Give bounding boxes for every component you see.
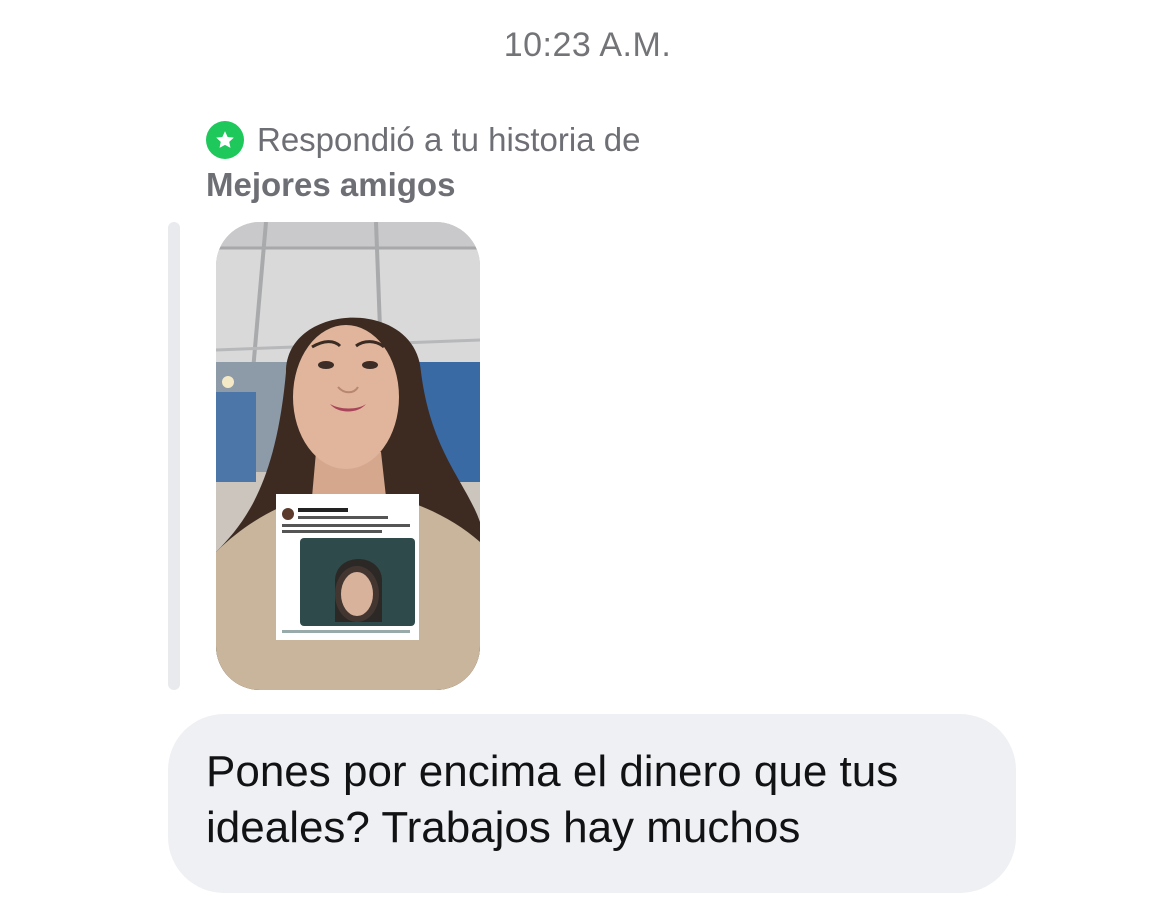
star-icon [206, 121, 244, 159]
message-text: Pones por encima el dinero que tus ideal… [206, 747, 899, 852]
story-audience-label: Mejores amigos [206, 166, 456, 203]
story-reply-prefix: Respondió a tu historia de [257, 121, 641, 158]
story-thumbnail[interactable] [216, 222, 480, 690]
chat-screen: 10:23 A.M. Respondió a tu historia de Me… [0, 0, 1175, 916]
reply-quote-bar [168, 222, 180, 690]
message-bubble[interactable]: Pones por encima el dinero que tus ideal… [168, 714, 1016, 893]
message-timestamp: 10:23 A.M. [503, 26, 672, 64]
story-reply-header: Respondió a tu historia de Mejores amigo… [206, 120, 906, 204]
story-reply-line: Respondió a tu historia de [206, 120, 906, 160]
